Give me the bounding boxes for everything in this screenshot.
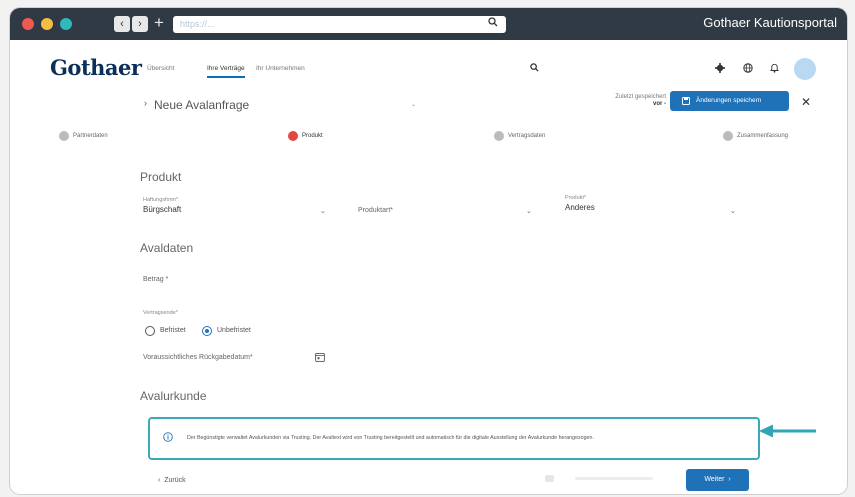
page-title: Neue Avalanfrage bbox=[154, 98, 250, 112]
section-avalurkunde-title: Avalurkunde bbox=[140, 389, 207, 403]
info-icon bbox=[163, 432, 173, 442]
step-zusammenfassung-dot bbox=[723, 131, 733, 141]
back-link[interactable]: ‹ Zurück bbox=[158, 477, 186, 484]
step-produkt-dot bbox=[288, 131, 298, 141]
new-tab-button[interactable]: + bbox=[154, 14, 164, 32]
calendar-icon[interactable] bbox=[315, 352, 325, 362]
address-text: https://... bbox=[180, 19, 215, 29]
radio-befristet-label[interactable]: Befristet bbox=[160, 327, 186, 334]
arrow-left-icon bbox=[759, 424, 816, 438]
step-zusammenfassung[interactable]: Zusammenfassung bbox=[737, 133, 788, 139]
minimize-window-button[interactable] bbox=[41, 18, 53, 30]
vertragsende-label: Vertragsende* bbox=[143, 310, 178, 316]
autosave-label: Zuletzt gespeichert bbox=[615, 94, 666, 100]
close-window-button[interactable] bbox=[22, 18, 34, 30]
browser-forward-button[interactable]: › bbox=[132, 16, 148, 32]
save-changes-label: Änderungen speichern bbox=[696, 97, 762, 104]
produkt-label: Produkt* bbox=[565, 195, 587, 201]
chevron-down-icon: ⌄ bbox=[526, 208, 532, 215]
step-vertragsdaten-dot bbox=[494, 131, 504, 141]
browser-back-button[interactable]: ‹ bbox=[114, 16, 130, 32]
browser-toolbar: ‹ › + https://... Gothaer Kautionsportal bbox=[10, 8, 847, 40]
produkt-value: Anderes bbox=[565, 203, 595, 212]
search-icon[interactable] bbox=[488, 17, 498, 27]
nav-contracts[interactable]: Ihre Verträge bbox=[207, 65, 245, 78]
radio-unbefristet[interactable] bbox=[202, 326, 212, 336]
disabled-secondary-button bbox=[545, 472, 655, 488]
save-icon bbox=[682, 97, 690, 105]
chevron-down-icon: ⌄ bbox=[730, 208, 736, 215]
maximize-window-button[interactable] bbox=[60, 18, 72, 30]
gothaer-logo[interactable]: Gothaer bbox=[50, 55, 142, 80]
avatar[interactable] bbox=[794, 58, 816, 80]
chevron-down-icon: ⌄ bbox=[320, 208, 326, 215]
step-partnerdaten-dot bbox=[59, 131, 69, 141]
step-partnerdaten[interactable]: Partnerdaten bbox=[73, 133, 108, 139]
section-avaldaten-title: Avaldaten bbox=[140, 241, 194, 255]
globe-icon[interactable] bbox=[743, 63, 753, 73]
nav-company[interactable]: Ihr Unternehmen bbox=[256, 65, 305, 72]
next-label: Weiter bbox=[704, 476, 725, 483]
chevron-down-icon[interactable]: ⌄ bbox=[411, 101, 416, 108]
produktart-placeholder: Produktart* bbox=[358, 207, 394, 214]
info-text: Der Begünstigte verwaltet Avalurkunden v… bbox=[187, 435, 594, 441]
save-changes-button[interactable]: Änderungen speichern bbox=[670, 91, 789, 111]
address-bar[interactable]: https://... bbox=[173, 16, 506, 33]
gear-icon[interactable] bbox=[715, 63, 725, 73]
bell-icon[interactable] bbox=[770, 63, 779, 73]
haftungsform-label: Haftungsform* bbox=[143, 197, 179, 203]
info-box-trusting: Der Begünstigte verwaltet Avalurkunden v… bbox=[148, 417, 760, 460]
search-icon[interactable] bbox=[530, 63, 539, 72]
disabled-icon bbox=[545, 475, 554, 482]
window-title: Gothaer Kautionsportal bbox=[703, 15, 837, 30]
disabled-bar bbox=[575, 477, 653, 480]
haftungsform-value: Bürgschaft bbox=[143, 205, 182, 214]
next-button[interactable]: Weiter › bbox=[686, 469, 749, 491]
nav-overview[interactable]: Übersicht bbox=[147, 65, 174, 72]
back-label: Zurück bbox=[164, 477, 186, 484]
radio-befristet[interactable] bbox=[145, 326, 155, 336]
radio-unbefristet-label[interactable]: Unbefristet bbox=[217, 327, 251, 334]
betrag-input[interactable]: Betrag * bbox=[143, 276, 168, 283]
chevron-left-icon[interactable]: › bbox=[144, 98, 147, 108]
step-vertragsdaten[interactable]: Vertragsdaten bbox=[508, 133, 545, 139]
autosave-value: vor - bbox=[652, 101, 666, 107]
rueckgabedatum-placeholder: Voraussichtliches Rückgabedatum* bbox=[143, 354, 253, 361]
step-produkt[interactable]: Produkt bbox=[302, 133, 323, 139]
autosave-status: Zuletzt gespeichert vor - bbox=[592, 94, 666, 108]
close-icon[interactable]: ✕ bbox=[801, 96, 811, 108]
browser-window: ‹ › + https://... Gothaer Kautionsportal… bbox=[10, 8, 847, 494]
section-produkt-title: Produkt bbox=[140, 170, 182, 184]
